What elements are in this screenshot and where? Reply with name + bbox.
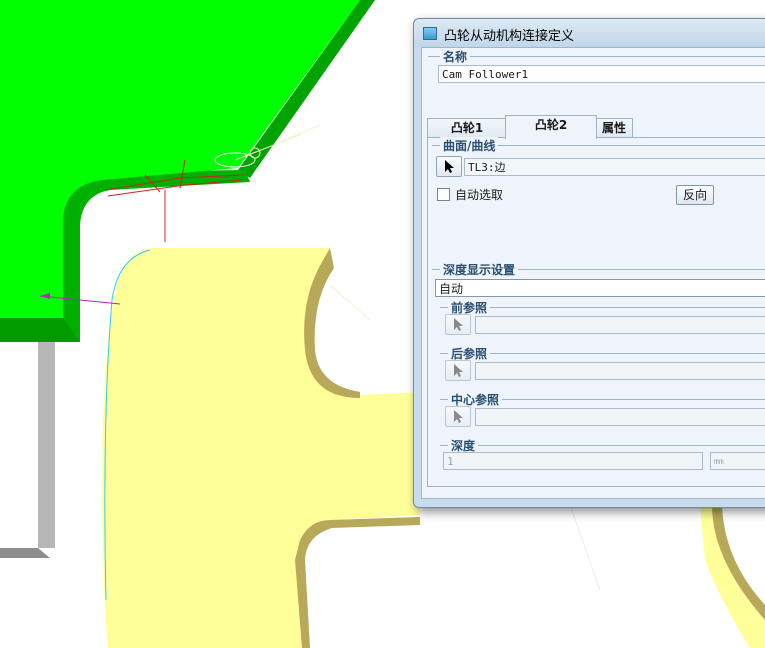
app-window-icon bbox=[423, 27, 437, 40]
depth-value-field[interactable]: 1 bbox=[443, 452, 703, 470]
surface-select-button[interactable] bbox=[436, 156, 462, 177]
surface-group-label: 曲面/曲线 bbox=[440, 137, 499, 154]
center-ref-field[interactable] bbox=[475, 408, 765, 426]
gray-post bbox=[0, 340, 55, 558]
cursor-arrow-icon bbox=[445, 160, 454, 173]
front-ref-field[interactable] bbox=[475, 316, 765, 334]
depth-unit-field[interactable]: mm bbox=[710, 452, 765, 470]
dialog-client-area: 名称 Cam Follower1 凸轮1 凸轮2 属性 曲面/曲线 TL3:边 … bbox=[421, 47, 765, 499]
cursor-arrow-icon bbox=[454, 410, 463, 423]
tab-cam2[interactable]: 凸轮2 bbox=[505, 115, 597, 139]
cam-follower-dialog: 凸轮从动机构连接定义 名称 Cam Follower1 凸轮1 凸轮2 属性 曲… bbox=[413, 18, 765, 508]
cursor-arrow-icon bbox=[454, 364, 463, 377]
name-group-rule bbox=[428, 56, 765, 57]
surface-curve-field[interactable]: TL3:边 bbox=[464, 158, 765, 176]
auto-select-checkbox[interactable] bbox=[437, 188, 450, 201]
dialog-titlebar[interactable]: 凸轮从动机构连接定义 bbox=[414, 19, 765, 47]
reverse-button[interactable]: 反向 bbox=[676, 185, 714, 205]
tab-panel-cam2: 曲面/曲线 TL3:边 自动选取 反向 深度显示设置 自动 前参照 后参照 中心… bbox=[427, 137, 765, 487]
back-ref-field[interactable] bbox=[475, 362, 765, 380]
tab-properties[interactable]: 属性 bbox=[595, 118, 633, 138]
depth-rule bbox=[440, 445, 765, 446]
dialog-title: 凸轮从动机构连接定义 bbox=[444, 29, 575, 44]
back-ref-select-button[interactable] bbox=[445, 360, 471, 381]
name-group-label: 名称 bbox=[440, 48, 471, 65]
front-ref-select-button[interactable] bbox=[445, 314, 471, 335]
depth-display-label: 深度显示设置 bbox=[440, 261, 519, 278]
auto-select-label: 自动选取 bbox=[455, 188, 504, 202]
tab-cam1[interactable]: 凸轮1 bbox=[427, 118, 507, 138]
connection-name-input[interactable]: Cam Follower1 bbox=[438, 65, 765, 83]
cursor-arrow-icon bbox=[454, 318, 463, 331]
center-ref-select-button[interactable] bbox=[445, 406, 471, 427]
depth-display-select[interactable]: 自动 bbox=[435, 279, 765, 297]
